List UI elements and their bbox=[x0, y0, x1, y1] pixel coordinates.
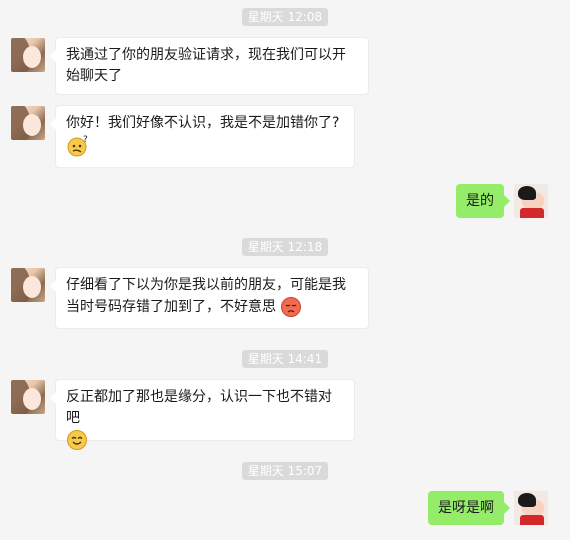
sad-face-emoji bbox=[280, 296, 302, 318]
svg-text:?: ? bbox=[83, 135, 88, 145]
avatar-face bbox=[23, 276, 41, 298]
contact-avatar[interactable] bbox=[11, 106, 45, 140]
timestamp: 星期天 15:07 bbox=[0, 460, 570, 480]
avatar-shirt bbox=[520, 515, 544, 525]
message-bubble-outgoing[interactable]: 是呀是啊 bbox=[428, 491, 510, 525]
timestamp: 星期天 12:08 bbox=[0, 6, 570, 26]
contact-avatar[interactable] bbox=[11, 38, 45, 72]
contact-avatar[interactable] bbox=[11, 380, 45, 414]
avatar-shirt bbox=[520, 208, 544, 218]
avatar-hair bbox=[518, 493, 536, 507]
my-avatar[interactable] bbox=[514, 184, 548, 218]
message-bubble-incoming[interactable]: 反正都加了那也是缘分，认识一下也不错对吧 bbox=[50, 379, 355, 450]
contact-avatar[interactable] bbox=[11, 268, 45, 302]
message-text: 你好！我们好像不认识，我是不是加错你了? bbox=[66, 115, 340, 131]
avatar-face bbox=[23, 46, 41, 68]
confused-face-emoji: ? bbox=[66, 134, 90, 158]
avatar-hair bbox=[518, 186, 536, 200]
avatar-face bbox=[23, 388, 41, 410]
timestamp: 星期天 14:41 bbox=[0, 348, 570, 368]
timestamp-label: 星期天 12:18 bbox=[241, 238, 329, 256]
timestamp-label: 星期天 12:08 bbox=[241, 8, 329, 26]
message-bubble-outgoing[interactable]: 是的 bbox=[456, 184, 510, 218]
message-text: 仔细看了下以为你是我以前的朋友，可能是我当时号码存错了加到了，不好意思 bbox=[66, 277, 346, 315]
message-text: 我通过了你的朋友验证请求，现在我们可以开始聊天了 bbox=[66, 47, 346, 84]
message-text: 是呀是啊 bbox=[438, 500, 494, 516]
smile-face-emoji bbox=[66, 429, 88, 451]
chat-message-area[interactable]: 星期天 12:08 我通过了你的朋友验证请求，现在我们可以开始聊天了 你好！我们… bbox=[0, 0, 570, 540]
message-text: 反正都加了那也是缘分，认识一下也不错对吧 bbox=[66, 389, 332, 426]
message-bubble-incoming[interactable]: 仔细看了下以为你是我以前的朋友，可能是我当时号码存错了加到了，不好意思 bbox=[50, 267, 369, 329]
avatar-face bbox=[23, 114, 41, 136]
timestamp-label: 星期天 14:41 bbox=[241, 350, 329, 368]
my-avatar[interactable] bbox=[514, 491, 548, 525]
timestamp: 星期天 12:18 bbox=[0, 236, 570, 256]
message-bubble-incoming[interactable]: 我通过了你的朋友验证请求，现在我们可以开始聊天了 bbox=[50, 37, 369, 95]
timestamp-label: 星期天 15:07 bbox=[241, 462, 329, 480]
message-text: 是的 bbox=[466, 193, 494, 209]
message-bubble-incoming[interactable]: 你好！我们好像不认识，我是不是加错你了? ? bbox=[50, 105, 355, 168]
